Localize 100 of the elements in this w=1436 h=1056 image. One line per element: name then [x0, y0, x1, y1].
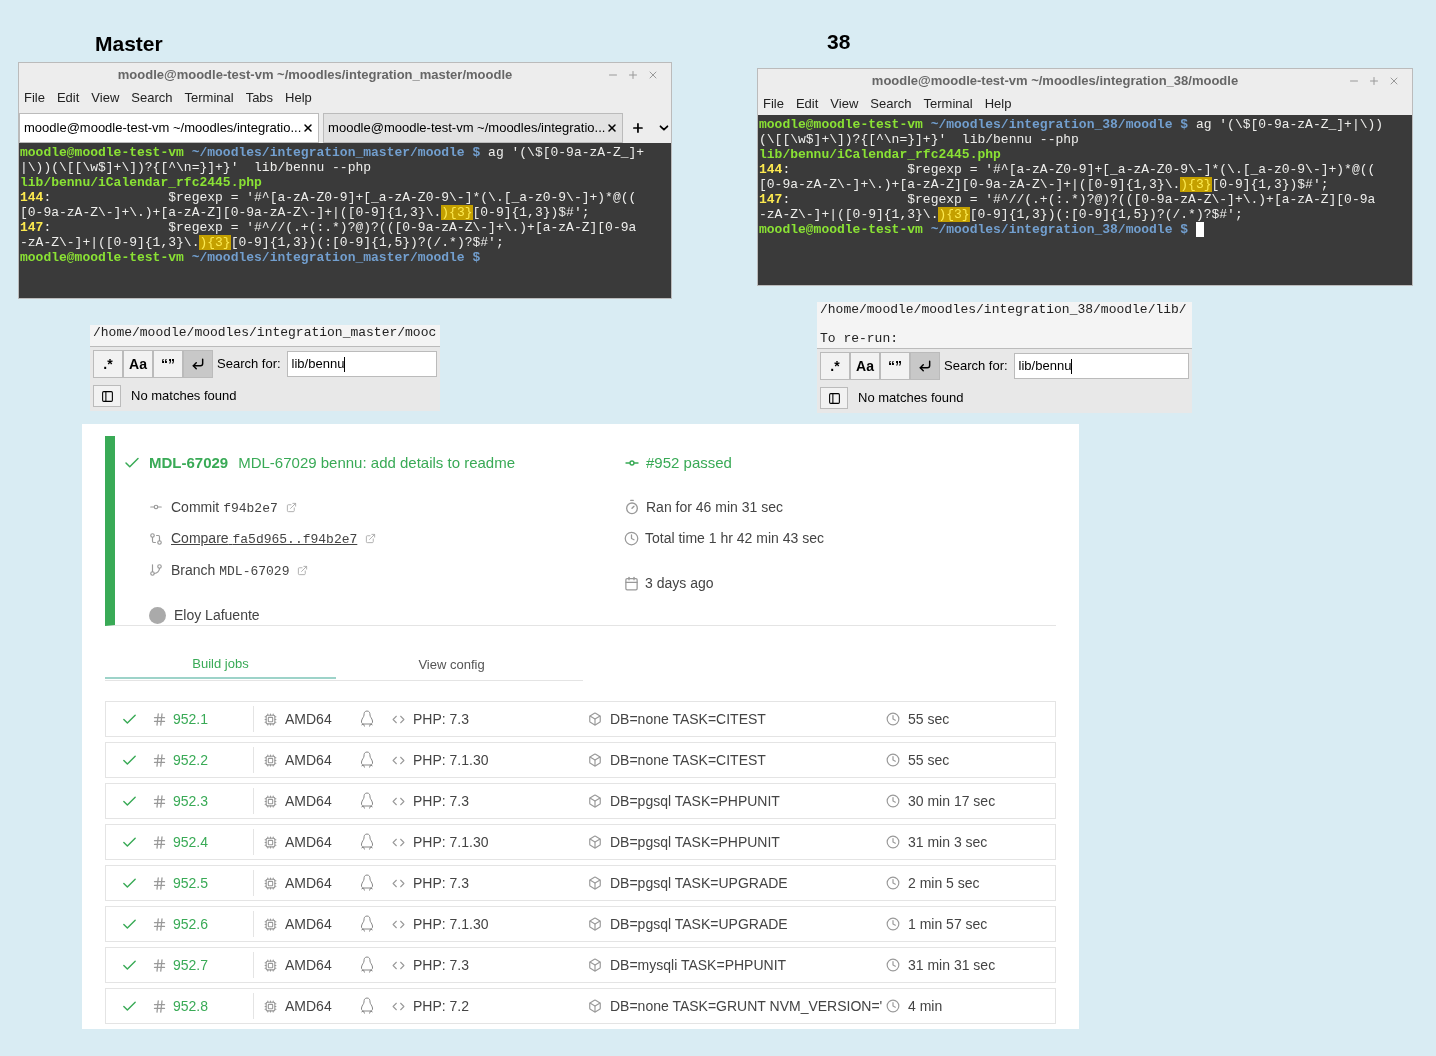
terminal-text: : $regexp = '#^//(.+(:.*)?@)?(([0-9a-zA-Z\-]+\.)+[a-zA-Z][0-9a [43, 220, 637, 235]
search-field[interactable]: lib/bennu [286, 351, 437, 377]
menu-item[interactable]: Terminal [923, 94, 973, 114]
match-highlight: ){3} [1180, 177, 1212, 192]
job-php: PHP: 7.1.30 [413, 750, 490, 770]
compare-icon [149, 531, 163, 546]
job-row[interactable]: 952.2 AMD64 PHP: 7.1.30 DB=none TASK=CITEST 55 sec [105, 742, 1056, 778]
calendar-icon [624, 575, 639, 591]
package-icon [588, 835, 602, 849]
job-row[interactable]: 952.3 AMD64 PHP: 7.3 DB=pgsql TASK=PHPUNIT 30 min 17 sec [105, 783, 1056, 819]
terminal-text: -zA-Z\-]+|([0-9]{1,3}\. [759, 207, 939, 222]
menu-item[interactable]: Help [984, 94, 1012, 114]
close-button[interactable] [647, 69, 659, 81]
terminal-tab[interactable]: moodle@moodle-test-vm ~/moodles/integratio... [19, 113, 320, 143]
job-arch: AMD64 [285, 709, 333, 729]
close-tab-icon[interactable] [302, 122, 315, 134]
maximize-button[interactable] [627, 69, 639, 81]
job-row[interactable]: 952.6 AMD64 PHP: 7.1.30 DB=pgsql TASK=UPGRADE 1 min 57 sec [105, 906, 1056, 942]
hash-icon [152, 998, 167, 1014]
build-age: 3 days ago [645, 573, 714, 593]
match-highlight: ){3} [938, 207, 970, 222]
close-tab-icon[interactable] [606, 122, 619, 134]
terminal-text: ~/moodles/integration_38/moodle $ [929, 222, 1189, 237]
search-toggle[interactable]: .* [93, 350, 123, 378]
new-tab-icon[interactable] [631, 121, 646, 135]
build-tab[interactable]: View config [336, 650, 567, 679]
job-php: PHP: 7.2 [413, 996, 471, 1016]
commit-message: MDL-67029 bennu: add details to readme [238, 453, 516, 473]
search-status: No matches found [131, 387, 237, 406]
close-button[interactable] [1388, 75, 1400, 87]
cpu-icon [264, 876, 277, 890]
wrap-toggle[interactable] [183, 350, 213, 378]
search-field[interactable]: lib/bennu [1013, 353, 1189, 379]
job-php: PHP: 7.3 [413, 791, 471, 811]
search-toggle[interactable]: “” [880, 352, 910, 380]
menu-item[interactable]: Terminal [184, 88, 234, 108]
job-duration: 1 min 57 sec [908, 914, 988, 934]
terminal-text: ag '(\$[0-9a-zA-Z_]+ [487, 145, 645, 160]
package-icon [588, 958, 602, 972]
job-row[interactable]: 952.5 AMD64 PHP: 7.3 DB=pgsql TASK=UPGRADE 2 min 5 sec [105, 865, 1056, 901]
menu-item[interactable]: Edit [795, 94, 819, 114]
job-arch: AMD64 [285, 955, 333, 975]
package-icon [588, 712, 602, 726]
job-env: DB=none TASK=CITEST [610, 750, 767, 770]
job-row[interactable]: 952.1 AMD64 PHP: 7.3 DB=none TASK=CITEST 55 sec [105, 701, 1056, 737]
search-toggle[interactable]: Aa [123, 350, 153, 378]
menu-item[interactable]: Search [131, 88, 173, 108]
job-row[interactable]: 952.8 AMD64 PHP: 7.2 DB=none TASK=GRUNT NVM_VERSION=' 4 min [105, 988, 1056, 1024]
job-arch: AMD64 [285, 832, 333, 852]
menu-item[interactable]: View [830, 94, 859, 114]
search-label: Search for: [944, 357, 1008, 376]
search-toggle[interactable]: “” [153, 350, 183, 378]
author-name: Eloy Lafuente [174, 606, 260, 625]
wrap-toggle[interactable] [910, 352, 940, 380]
commit-link[interactable]: Commit f94b2e7 [171, 496, 278, 518]
job-env: DB=pgsql TASK=PHPUNIT [610, 791, 781, 811]
branch-link[interactable]: Branch MDL-67029 [171, 559, 290, 581]
job-duration: 2 min 5 sec [908, 873, 980, 893]
terminal-text: 144 [20, 190, 44, 205]
package-icon [588, 794, 602, 808]
wrap-icon [191, 357, 205, 371]
job-row[interactable]: 952.4 AMD64 PHP: 7.1.30 DB=pgsql TASK=PHPUNIT 31 min 3 sec [105, 824, 1056, 860]
terminal-text: ~/moodles/integration_38/moodle $ [929, 117, 1189, 132]
job-php: PHP: 7.3 [413, 873, 471, 893]
search-toggle[interactable]: .* [820, 352, 850, 380]
external-link-icon[interactable] [285, 501, 297, 513]
menu-item[interactable]: File [24, 88, 45, 108]
terminal-tab[interactable]: moodle@moodle-test-vm ~/moodles/integratio... [323, 113, 624, 143]
terminal-text: ~/moodles/integration_master/moodle $ [190, 145, 481, 160]
cpu-icon [264, 712, 277, 726]
terminal-text: moodle@moodle-test-vm [20, 145, 184, 160]
menu-item[interactable]: Tabs [245, 88, 274, 108]
menu-item[interactable]: Edit [56, 88, 80, 108]
job-duration: 30 min 17 sec [908, 791, 996, 811]
clock-icon [886, 794, 900, 808]
external-link-icon[interactable] [365, 533, 377, 545]
panel-toggle-button[interactable] [93, 385, 121, 407]
job-duration: 55 sec [908, 709, 950, 729]
terminal-text: ~/moodles/integration_master/moodle $ [190, 250, 481, 265]
maximize-button[interactable] [1368, 75, 1380, 87]
menu-item[interactable]: Help [285, 88, 312, 108]
job-php: PHP: 7.1.30 [413, 832, 490, 852]
clock-icon [886, 753, 900, 767]
job-php: PHP: 7.3 [413, 709, 471, 729]
panel-toggle-button[interactable] [820, 387, 848, 409]
job-env: DB=none TASK=CITEST [610, 709, 767, 729]
menu-item[interactable]: File [763, 94, 784, 114]
job-duration: 31 min 3 sec [908, 832, 988, 852]
timer-icon [624, 499, 640, 515]
menu-item[interactable]: Search [870, 94, 912, 114]
search-toggle[interactable]: Aa [850, 352, 880, 380]
compare-link[interactable]: Compare fa5d965..f94b2e7 [171, 528, 358, 550]
branch-icon [149, 563, 163, 578]
package-icon [588, 999, 602, 1013]
menu-item[interactable]: View [91, 88, 120, 108]
external-link-icon[interactable] [297, 564, 309, 576]
search-status: No matches found [858, 389, 964, 408]
job-row[interactable]: 952.7 AMD64 PHP: 7.3 DB=mysqli TASK=PHPUNIT 31 min 31 sec [105, 947, 1056, 983]
package-icon [588, 917, 602, 931]
run-time: Ran for 46 min 31 sec [646, 497, 783, 517]
